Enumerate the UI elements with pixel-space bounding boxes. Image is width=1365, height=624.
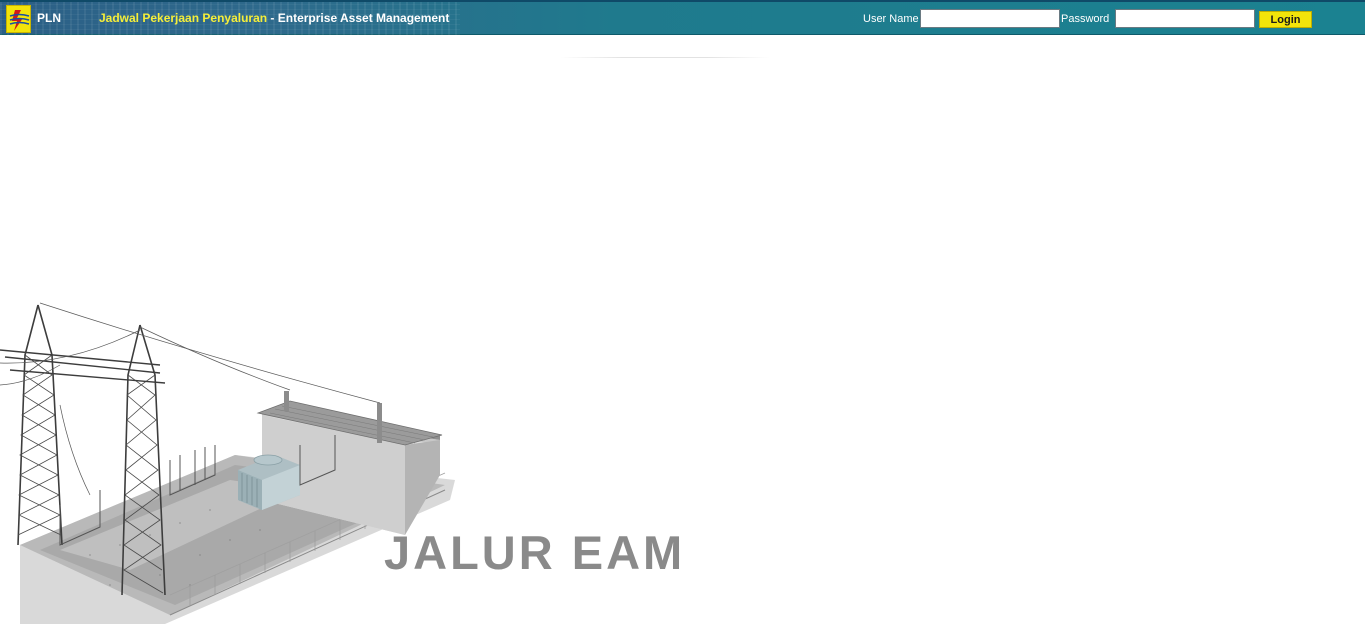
password-input[interactable] [1115,9,1255,28]
login-button[interactable]: Login [1259,11,1312,28]
divider [560,57,770,58]
username-input[interactable] [920,9,1060,28]
brand-name: PLN [37,11,61,25]
app-title-highlight: Jadwal Pekerjaan Penyaluran [99,11,268,25]
password-label: Password [1061,13,1110,25]
pln-logo-icon [6,5,31,33]
username-label: User Name [863,13,919,25]
app-title-rest: - Enterprise Asset Management [267,11,450,25]
top-bar: PLN Jadwal Pekerjaan Penyaluran - Enterp… [0,0,1365,35]
hero-title: JALUR EAM [384,526,686,579]
app-title: Jadwal Pekerjaan Penyaluran - Enterprise… [99,11,449,25]
